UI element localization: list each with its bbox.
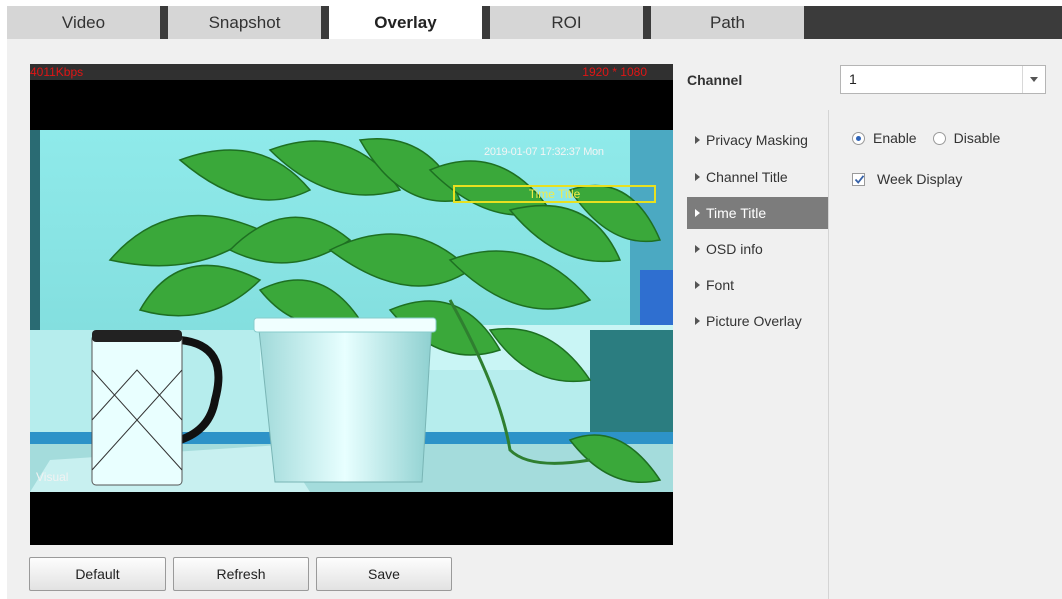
video-preview[interactable]: 4011Kbps 1920 * 1080 2019-01-07 17:32:37…: [30, 64, 673, 545]
menu-item-label: Channel Title: [706, 169, 788, 185]
menu-item-picture-overlay[interactable]: Picture Overlay: [687, 305, 828, 337]
default-button[interactable]: Default: [29, 557, 166, 591]
menu-item-privacy-masking[interactable]: Privacy Masking: [687, 124, 828, 156]
visual-osd-label: Visual: [36, 470, 69, 484]
tab-roi[interactable]: ROI: [490, 6, 643, 39]
enable-radio[interactable]: [852, 131, 865, 145]
save-button[interactable]: Save: [316, 557, 452, 591]
time-title-overlay-box[interactable]: Time Title: [453, 185, 656, 203]
disable-radio[interactable]: [932, 131, 946, 145]
menu-item-osd-info[interactable]: OSD info: [687, 233, 828, 265]
chevron-down-icon: [1030, 77, 1038, 82]
disable-label: Disable: [953, 130, 1001, 146]
week-display-row: Week Display: [852, 171, 962, 187]
resolution-readout: 1920 * 1080: [582, 65, 647, 79]
menu-item-font[interactable]: Font: [687, 269, 828, 301]
menu-item-time-title[interactable]: Time Title: [687, 197, 828, 229]
tab-video[interactable]: Video: [7, 6, 160, 39]
menu-item-label: OSD info: [706, 241, 763, 257]
video-info-bar: [30, 64, 673, 80]
menu-item-label: Privacy Masking: [706, 132, 808, 148]
tab-path[interactable]: Path: [651, 6, 804, 39]
tab-overlay[interactable]: Overlay: [329, 6, 482, 39]
enable-radio-group: Enable Disable: [852, 130, 1000, 146]
osd-timestamp: 2019-01-07 17:32:37 Mon: [484, 146, 604, 158]
menu-item-label: Picture Overlay: [706, 313, 802, 329]
channel-label: Channel: [687, 72, 743, 88]
channel-select-value: 1: [849, 71, 857, 87]
caret-right-icon: [695, 173, 700, 181]
menu-item-channel-title[interactable]: Channel Title: [687, 161, 828, 193]
menu-item-label: Time Title: [706, 205, 767, 221]
bitrate-readout: 4011Kbps: [30, 65, 84, 79]
dropdown-arrow-box[interactable]: [1022, 66, 1045, 93]
week-display-checkbox[interactable]: [852, 172, 865, 186]
tab-snapshot[interactable]: Snapshot: [168, 6, 321, 39]
refresh-button[interactable]: Refresh: [173, 557, 309, 591]
enable-label: Enable: [873, 130, 917, 146]
menu-item-label: Font: [706, 277, 735, 293]
tab-bar: Video Snapshot Overlay ROI Path: [7, 6, 1062, 39]
caret-right-icon: [695, 317, 700, 325]
channel-select[interactable]: 1: [840, 65, 1046, 94]
caret-right-icon: [695, 245, 700, 253]
caret-right-icon: [695, 136, 700, 144]
week-display-label: Week Display: [877, 171, 963, 187]
caret-right-icon: [695, 209, 700, 217]
menu-divider: [828, 110, 829, 599]
caret-right-icon: [695, 281, 700, 289]
checkmark-icon: [854, 174, 865, 184]
